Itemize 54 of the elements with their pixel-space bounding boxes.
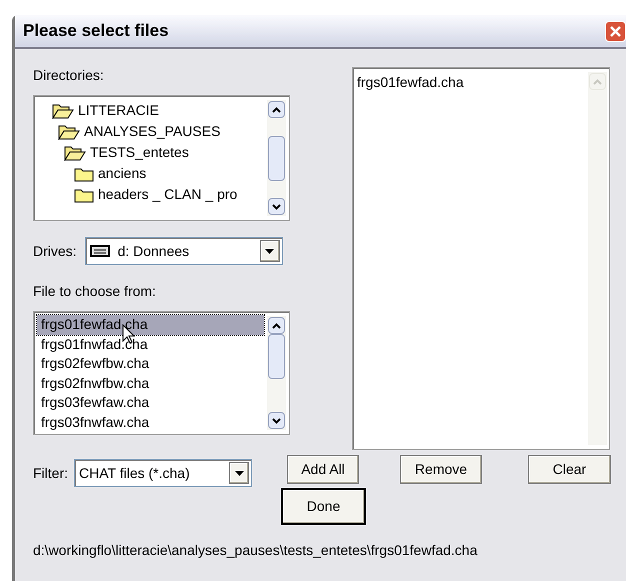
folder-icon	[74, 166, 94, 182]
scroll-thumb[interactable]	[268, 334, 285, 379]
filter-label: Filter:	[33, 464, 68, 482]
dropdown-arrow-button[interactable]	[260, 240, 280, 262]
scroll-up-button[interactable]	[268, 101, 285, 118]
dropdown[interactable]: d: Donnees	[84, 237, 283, 265]
chevron-down-icon	[272, 204, 281, 210]
file-item[interactable]: frgs02fewfbw.cha	[37, 354, 264, 374]
chevron-up-icon	[593, 78, 602, 84]
file-item[interactable]: frgs03fnwfaw.cha	[37, 412, 264, 432]
window-title: Please select files	[23, 20, 169, 42]
directory-item[interactable]: ANALYSES_PAUSES	[52, 121, 267, 142]
scroll-up-button[interactable]	[268, 317, 285, 334]
directory-item[interactable]: LITTERACIE	[52, 100, 267, 121]
directory-item[interactable]: headers _ CLAN _ pro	[52, 184, 267, 205]
done-button[interactable]: Done	[281, 488, 366, 525]
file-list-label: File to choose from:	[33, 282, 157, 301]
folder-icon	[74, 186, 94, 202]
chevron-down-icon	[272, 418, 281, 424]
dropdown-arrow-button[interactable]	[229, 462, 249, 484]
open-folder-icon	[58, 124, 80, 140]
chevron-up-icon	[272, 106, 281, 112]
dropdown-value: d: Donnees	[118, 242, 190, 260]
directory-item[interactable]: TESTS_entetes	[52, 142, 267, 163]
file-item[interactable]: frgs01fewfad.cha	[37, 315, 264, 334]
add-all-button[interactable]: Add All	[287, 455, 359, 484]
triangle-down-icon	[265, 248, 274, 254]
scrollbar[interactable]	[267, 316, 286, 430]
chevron-up-icon	[272, 322, 281, 328]
file-item[interactable]: frgs01fnwfad.cha	[37, 334, 264, 354]
open-folder-icon	[64, 144, 86, 160]
file-item[interactable]: frgs02fnwfbw.cha	[37, 374, 264, 393]
triangle-down-icon	[234, 470, 244, 476]
file-item[interactable]: frgs03fewfaw.cha	[37, 393, 264, 412]
scroll-thumb[interactable]	[268, 136, 285, 181]
directory-item[interactable]: anciens	[52, 163, 267, 184]
selected-file-item[interactable]: frgs01fewfad.cha	[357, 72, 588, 92]
close-button[interactable]	[605, 20, 626, 42]
drives-label: Drives:	[33, 242, 77, 260]
directory-tree[interactable]: LITTERACIE ANALYSES_PAUSES TESTS_entetes anciens headers _ CLAN _ pro	[33, 95, 290, 221]
scrollbar[interactable]	[588, 72, 607, 445]
drive-icon	[90, 245, 110, 257]
scroll-down-button[interactable]	[268, 412, 285, 429]
remove-button[interactable]: Remove	[400, 455, 482, 484]
file-path-text: d:\workingflo\litteracie\analyses_pauses\tests_entetes\frgs01fewfad.cha	[33, 541, 478, 560]
dropdown-value: CHAT files (*.cha)	[79, 464, 191, 483]
file-list[interactable]: frgs01fewfad.cha frgs01fnwfad.cha frgs02fewfbw.cha frgs02fnwfbw.cha frgs03fewfaw.cha frgs03fnwfaw.cha	[33, 311, 290, 435]
dropdown[interactable]: CHAT files (*.cha)	[74, 459, 252, 487]
close-icon	[610, 26, 621, 36]
directories-label: Directories:	[33, 66, 105, 85]
scroll-down-button[interactable]	[268, 198, 285, 215]
clear-button[interactable]: Clear	[528, 455, 611, 484]
scrollbar[interactable]	[267, 100, 286, 216]
open-folder-icon	[52, 102, 74, 118]
